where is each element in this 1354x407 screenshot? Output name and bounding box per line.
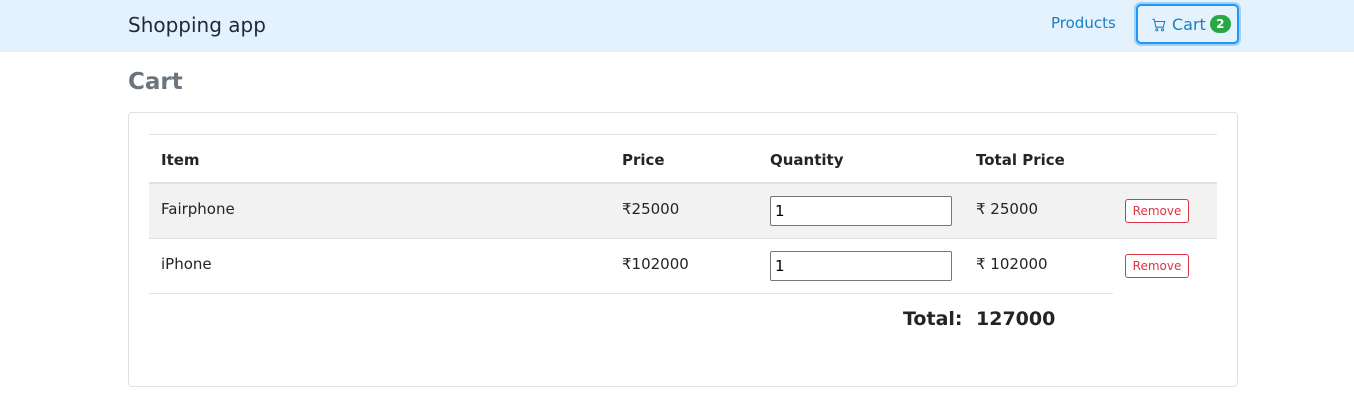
cart-card: Item Price Quantity Total Price Fairphon…	[128, 112, 1238, 387]
table-row: Fairphone ₹25000 ₹ 25000 Remove	[149, 184, 1217, 239]
cart-button[interactable]: Cart 2	[1136, 4, 1239, 44]
header-quantity: Quantity	[770, 151, 844, 169]
cart-icon	[1152, 17, 1166, 32]
header-item: Item	[161, 151, 200, 169]
remove-button[interactable]: Remove	[1125, 254, 1189, 278]
page-title: Cart	[128, 69, 183, 95]
item-name: Fairphone	[161, 200, 235, 218]
item-total-price: ₹ 102000	[976, 255, 1048, 273]
item-price: ₹25000	[622, 200, 680, 218]
item-name: iPhone	[161, 255, 212, 273]
navbar: Shopping app Products Cart 2	[0, 0, 1354, 52]
products-link[interactable]: Products	[1051, 12, 1116, 34]
cart-count-badge: 2	[1209, 15, 1231, 33]
total-value: 127000	[976, 308, 1056, 330]
remove-button[interactable]: Remove	[1125, 199, 1189, 223]
brand-title[interactable]: Shopping app	[128, 12, 266, 38]
header-total-price: Total Price	[976, 151, 1065, 169]
total-label: Total:	[903, 308, 963, 330]
quantity-input[interactable]	[770, 196, 952, 226]
quantity-input[interactable]	[770, 251, 952, 281]
cart-label: Cart	[1172, 14, 1206, 34]
table-row: iPhone ₹102000 ₹ 102000 Remove	[149, 239, 1217, 294]
item-total-price: ₹ 25000	[976, 200, 1039, 218]
row-divider	[149, 293, 1113, 294]
table-header: Item Price Quantity Total Price	[149, 134, 1217, 184]
item-price: ₹102000	[622, 255, 689, 273]
header-price: Price	[622, 151, 665, 169]
